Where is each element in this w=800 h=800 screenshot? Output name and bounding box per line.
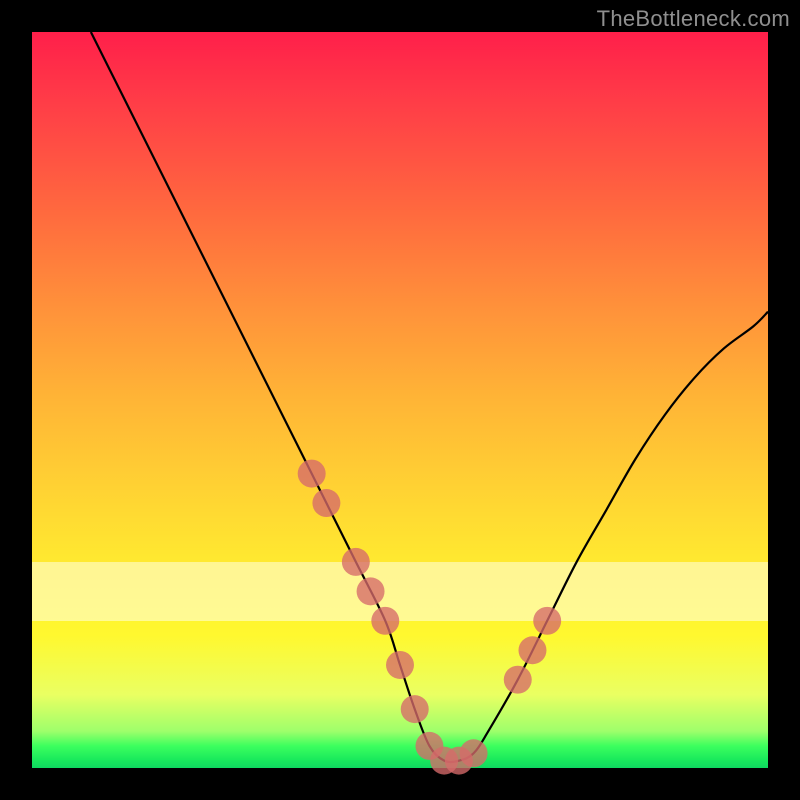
data-marker: [401, 695, 429, 723]
data-marker: [533, 607, 561, 635]
data-marker: [357, 577, 385, 605]
data-marker: [460, 739, 488, 767]
marker-group: [298, 460, 561, 775]
curve-svg: [32, 32, 768, 768]
data-marker: [298, 460, 326, 488]
data-marker: [342, 548, 370, 576]
data-marker: [504, 666, 532, 694]
bottleneck-curve: [91, 32, 768, 762]
chart-frame: TheBottleneck.com: [0, 0, 800, 800]
data-marker: [371, 607, 399, 635]
plot-area: [32, 32, 768, 768]
data-marker: [518, 636, 546, 664]
watermark-text: TheBottleneck.com: [597, 6, 790, 32]
data-marker: [386, 651, 414, 679]
data-marker: [312, 489, 340, 517]
